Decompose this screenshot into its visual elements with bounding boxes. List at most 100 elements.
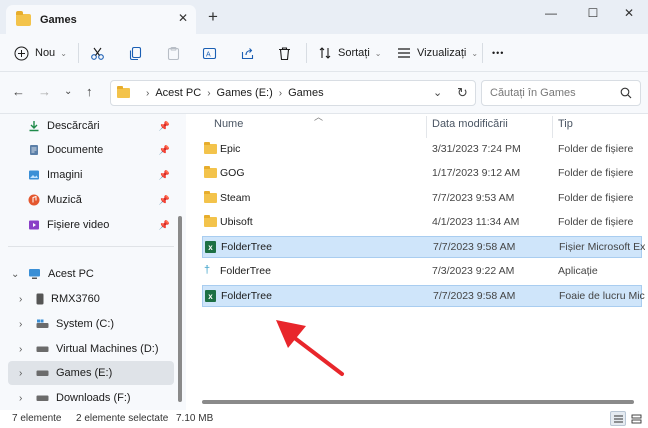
up-arrow-icon[interactable]: ↑ [86, 84, 93, 99]
sidebar-item-downloads-f[interactable]: › Downloads (F:) [8, 386, 174, 410]
file-list-horizontal-scrollbar[interactable] [202, 400, 634, 404]
clipboard-icon [167, 46, 180, 60]
sidebar-item-pictures[interactable]: Imagini 📌 [8, 163, 174, 187]
sort-button[interactable]: Sortați ⌄ [318, 42, 382, 64]
chevron-right-icon[interactable]: › [19, 319, 22, 330]
refresh-icon[interactable]: ↻ [457, 85, 468, 101]
chevron-down-icon[interactable]: ⌄ [11, 269, 19, 280]
file-date: 3/31/2023 7:24 PM [432, 143, 521, 155]
file-name: GOG [220, 167, 245, 179]
file-row-steam[interactable]: Steam 7/7/2023 9:53 AM Folder de fișiere [202, 188, 642, 210]
title-bar: Games ✕ + — ☐ ✕ [0, 0, 648, 34]
tiles-view-button[interactable] [628, 411, 644, 426]
pin-icon[interactable]: 📌 [159, 145, 170, 156]
column-divider[interactable] [426, 116, 427, 138]
folder-icon [117, 86, 130, 98]
divider [482, 43, 483, 63]
minimize-button[interactable]: — [538, 4, 564, 22]
file-date: 7/7/2023 9:53 AM [432, 192, 515, 204]
file-row-foldertree-app[interactable]: † FolderTree 7/3/2023 9:22 AM Aplicație [202, 261, 642, 283]
sidebar-item-videos[interactable]: Fișiere video 📌 [8, 213, 174, 237]
image-icon [29, 170, 39, 180]
address-dropdown-icon[interactable]: ⌄ [433, 86, 442, 99]
address-bar[interactable]: › Acest PC › Games (E:) › Games ⌄ ↻ [110, 80, 476, 106]
download-icon [29, 121, 39, 132]
music-icon [28, 194, 40, 206]
chevron-right-icon[interactable]: › [19, 344, 22, 355]
column-header-type[interactable]: Tip [558, 118, 573, 130]
more-options-button[interactable]: ••• [492, 42, 504, 64]
sidebar-scrollbar[interactable] [178, 216, 182, 402]
sidebar-item-label: Descărcări [47, 120, 100, 132]
cut-button[interactable] [90, 42, 105, 64]
search-input[interactable]: Căutați în Games [481, 80, 641, 106]
forward-arrow-icon[interactable]: → [38, 84, 51, 99]
copy-button[interactable] [128, 42, 143, 64]
new-button[interactable]: Nou ⌄ [14, 42, 67, 64]
chevron-right-icon[interactable]: › [19, 393, 22, 404]
folder-icon [204, 191, 217, 203]
tab-games[interactable]: Games ✕ [6, 5, 196, 34]
pin-icon[interactable]: 📌 [159, 121, 170, 132]
copy-icon [129, 46, 142, 60]
tab-close-icon[interactable]: ✕ [178, 11, 188, 25]
details-view-button[interactable] [610, 411, 626, 426]
computer-icon [29, 269, 40, 279]
chevron-down-icon: ⌄ [471, 48, 479, 58]
file-row-ubisoft[interactable]: Ubisoft 4/1/2023 11:34 AM Folder de fiși… [202, 212, 642, 234]
delete-button[interactable] [277, 42, 292, 64]
trash-icon [279, 46, 290, 60]
sidebar-item-downloads[interactable]: Descărcări 📌 [8, 114, 174, 138]
pin-icon[interactable]: 📌 [159, 195, 170, 206]
maximize-button[interactable]: ☐ [580, 4, 606, 22]
sidebar-item-documents[interactable]: Documente 📌 [8, 138, 174, 162]
recent-chevron-icon[interactable]: ⌄ [64, 86, 72, 97]
share-button[interactable] [240, 42, 255, 64]
rename-icon: A [202, 47, 217, 59]
new-tab-button[interactable]: + [208, 7, 218, 27]
column-divider[interactable] [552, 116, 553, 138]
item-count: 7 elemente [12, 413, 62, 424]
chevron-right-icon: › [207, 87, 211, 99]
view-button[interactable]: Vizualizați ⌄ [397, 42, 478, 64]
sidebar-item-this-pc[interactable]: ⌄ Acest PC [8, 262, 174, 286]
file-row-foldertree-worksheet[interactable]: x FolderTree 7/7/2023 9:58 AM Foaie de l… [202, 285, 645, 307]
plus-circle-icon [14, 46, 29, 60]
column-header-name[interactable]: Nume [214, 118, 243, 130]
column-header-date[interactable]: Data modificării [432, 118, 508, 130]
file-row-gog[interactable]: GOG 1/17/2023 9:12 AM Folder de fișiere [202, 163, 642, 185]
breadcrumb-this-pc[interactable]: Acest PC [155, 87, 201, 99]
chevron-right-icon[interactable]: › [19, 368, 22, 379]
folder-icon [204, 142, 217, 154]
folder-icon [204, 215, 217, 227]
file-row-foldertree-excel[interactable]: x FolderTree 7/7/2023 9:58 AM Fișier Mic… [202, 236, 645, 258]
sidebar-item-label: Fișiere video [47, 219, 110, 231]
sidebar-item-rmx3760[interactable]: › RMX3760 [8, 287, 174, 311]
new-label: Nou [35, 47, 56, 59]
rename-button[interactable]: A [202, 42, 217, 64]
sidebar-item-games-e[interactable]: › Games (E:) [8, 361, 174, 385]
sidebar-item-music[interactable]: Muzică 📌 [8, 188, 174, 212]
excel-icon: x [205, 290, 216, 302]
pin-icon[interactable]: 📌 [159, 220, 170, 231]
sidebar-item-virtual-machines-d[interactable]: › Virtual Machines (D:) [8, 337, 174, 361]
chevron-right-icon[interactable]: › [19, 294, 22, 305]
paste-button[interactable] [166, 42, 181, 64]
breadcrumb-games-folder[interactable]: Games [288, 87, 323, 99]
folder-icon [16, 10, 31, 26]
file-type: Foaie de lucru Micros... [559, 290, 645, 302]
sidebar-item-system-c[interactable]: › System (C:) [8, 312, 174, 336]
file-row-epic[interactable]: Epic 3/31/2023 7:24 PM Folder de fișiere [202, 139, 642, 161]
sort-icon [319, 47, 331, 59]
back-arrow-icon[interactable]: ← [12, 84, 25, 99]
breadcrumb-games-drive[interactable]: Games (E:) [217, 87, 273, 99]
close-button[interactable]: ✕ [616, 4, 642, 22]
file-name: Steam [220, 192, 251, 204]
selection-size: 7.10 MB [176, 413, 214, 424]
file-name: FolderTree [221, 290, 272, 302]
tiles-view-icon [631, 414, 641, 423]
file-type: Folder de fișiere [558, 143, 634, 155]
chevron-right-icon: › [278, 87, 283, 99]
excel-icon: x [205, 241, 216, 253]
pin-icon[interactable]: 📌 [159, 170, 170, 181]
